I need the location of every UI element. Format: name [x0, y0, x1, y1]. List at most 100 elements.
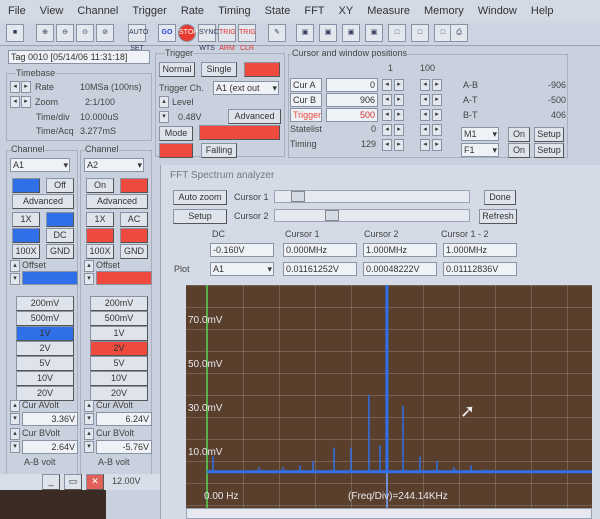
step-left-button[interactable]: ◂ [420, 124, 430, 136]
coupling-dc-button[interactable]: DC [46, 228, 74, 243]
layout-6-icon[interactable]: □ [411, 24, 429, 42]
channel-on-button[interactable]: On [86, 178, 114, 193]
step-left-button[interactable]: ◂ [420, 94, 430, 106]
stop-icon[interactable]: STOP [178, 24, 198, 42]
layout-4-icon[interactable]: ▣ [365, 24, 383, 42]
trigger-advanced-button[interactable]: Advanced [228, 109, 281, 124]
probe-1x-button[interactable]: 1X [12, 212, 40, 227]
cur-b-up-button[interactable]: ▴ [10, 428, 20, 440]
step-right-button[interactable]: ▸ [394, 94, 404, 106]
close-button[interactable]: ✕ [86, 474, 104, 490]
range-button-20v[interactable]: 20V [90, 386, 148, 401]
go-icon[interactable]: GO [158, 24, 176, 42]
auto-set-icon[interactable]: AUTO SET [128, 24, 148, 52]
range-button-500mv[interactable]: 500mV [16, 311, 74, 326]
layout-3-icon[interactable]: ▣ [342, 24, 360, 42]
menu-measure[interactable]: Measure [367, 5, 410, 17]
plot-scrollbar[interactable] [186, 508, 592, 519]
step-right-button[interactable]: ▸ [432, 124, 442, 136]
step-left-button[interactable]: ◂ [420, 109, 430, 121]
cursor1-scrollbar[interactable] [274, 190, 470, 203]
rate-down-button[interactable]: ◂ [10, 81, 20, 93]
plot-select[interactable]: A1 ▾ [210, 262, 274, 276]
channel-off-button[interactable]: Off [120, 178, 148, 193]
trigger-arm-icon[interactable]: TRIG ARM [218, 24, 236, 52]
range-button-1v[interactable]: 1V [16, 326, 74, 341]
layout-1-icon[interactable]: ▣ [296, 24, 314, 42]
range-button-5v[interactable]: 5V [90, 356, 148, 371]
zoom-down-button[interactable]: ◂ [10, 96, 20, 108]
auto-button[interactable]: Auto [244, 62, 280, 77]
m1-select[interactable]: M1 ▾ [461, 127, 499, 141]
trigger-clear-icon[interactable]: TRIG CLR [238, 24, 256, 52]
step-left-button[interactable]: ◂ [382, 139, 392, 151]
coupling-gnd-button[interactable]: GND [120, 244, 148, 259]
channel-off-button[interactable]: Off [46, 178, 74, 193]
cur-a-down-button[interactable]: ▾ [84, 413, 94, 425]
mode-button[interactable]: Mode [159, 126, 193, 141]
probe-10x-button[interactable]: 10X [86, 228, 114, 243]
range-button-2v[interactable]: 2V [16, 341, 74, 356]
cur-b-down-button[interactable]: ▾ [10, 441, 20, 453]
fft-setup-button[interactable]: Setup [173, 209, 227, 224]
step-right-button[interactable]: ▸ [432, 139, 442, 151]
menu-fft[interactable]: FFT [304, 5, 324, 17]
m1-setup-button[interactable]: Setup [534, 127, 564, 142]
step-left-button[interactable]: ◂ [382, 109, 392, 121]
coupling-ac-button[interactable]: AC [120, 212, 148, 227]
zoom-cursor-icon[interactable]: ⊙ [76, 24, 94, 42]
coupling-dc-button[interactable]: DC [120, 228, 148, 243]
cur-a-down-button[interactable]: ▾ [10, 413, 20, 425]
menu-help[interactable]: Help [531, 5, 554, 17]
trigger-ch-select[interactable]: A1 (ext out ▾ [213, 81, 279, 95]
channel-on-button[interactable]: On [12, 178, 40, 193]
menu-xy[interactable]: XY [339, 5, 354, 17]
step-left-button[interactable]: ◂ [382, 94, 392, 106]
f1-on-button[interactable]: On [508, 143, 530, 158]
step-right-button[interactable]: ▸ [394, 79, 404, 91]
normal-button[interactable]: Normal [159, 62, 195, 77]
menu-window[interactable]: Window [478, 5, 517, 17]
range-button-200mv[interactable]: 200mV [90, 296, 148, 311]
falling-button[interactable]: Falling [201, 143, 237, 158]
menu-view[interactable]: View [40, 5, 64, 17]
range-button-500mv[interactable]: 500mV [90, 311, 148, 326]
done-button[interactable]: Done [484, 190, 516, 205]
zoom-up-button[interactable]: ▸ [21, 96, 31, 108]
zoom-out-icon[interactable]: ⊖ [56, 24, 74, 42]
range-button-10v[interactable]: 10V [16, 371, 74, 386]
cur-b-down-button[interactable]: ▾ [84, 441, 94, 453]
zoom-in-icon[interactable]: ⊕ [36, 24, 54, 42]
offset-down-button[interactable]: ▾ [84, 273, 94, 285]
coupling-ac-button[interactable]: GND [46, 212, 74, 227]
probe-10x-button[interactable]: 10X [12, 228, 40, 243]
range-button-1v[interactable]: 1V [90, 326, 148, 341]
offset-up-button[interactable]: ▴ [10, 260, 20, 272]
menu-timing[interactable]: Timing [218, 5, 251, 17]
probe-100x-button[interactable]: 100X [12, 244, 40, 259]
layout-5-icon[interactable]: □ [388, 24, 406, 42]
restore-button[interactable]: ▭ [64, 474, 82, 490]
step-right-button[interactable]: ▸ [432, 79, 442, 91]
cur-b-up-button[interactable]: ▴ [84, 428, 94, 440]
step-left-button[interactable]: ◂ [420, 139, 430, 151]
rate-up-button[interactable]: ▸ [21, 81, 31, 93]
probe-1x-button[interactable]: 1X [86, 212, 114, 227]
refresh-button[interactable]: Refresh [479, 209, 517, 224]
single-button[interactable]: Single [201, 62, 237, 77]
step-right-button[interactable]: ▸ [394, 124, 404, 136]
step-left-button[interactable]: ◂ [382, 79, 392, 91]
range-button-10v[interactable]: 10V [90, 371, 148, 386]
step-right-button[interactable]: ▸ [394, 139, 404, 151]
auto-zoom-button[interactable]: Auto zoom [173, 190, 227, 205]
step-left-button[interactable]: ◂ [382, 124, 392, 136]
save-icon[interactable]: ■ [6, 24, 24, 42]
menu-file[interactable]: File [8, 5, 26, 17]
menu-channel[interactable]: Channel [77, 5, 118, 17]
level-up-button[interactable]: ▴ [159, 96, 169, 108]
step-right-button[interactable]: ▸ [394, 109, 404, 121]
level-button[interactable]: Level [199, 125, 280, 140]
rising-button[interactable]: Rising [159, 143, 193, 158]
zoom-fit-icon[interactable]: ⊘ [96, 24, 114, 42]
sync-icon[interactable]: SYNC WTS [198, 24, 218, 52]
